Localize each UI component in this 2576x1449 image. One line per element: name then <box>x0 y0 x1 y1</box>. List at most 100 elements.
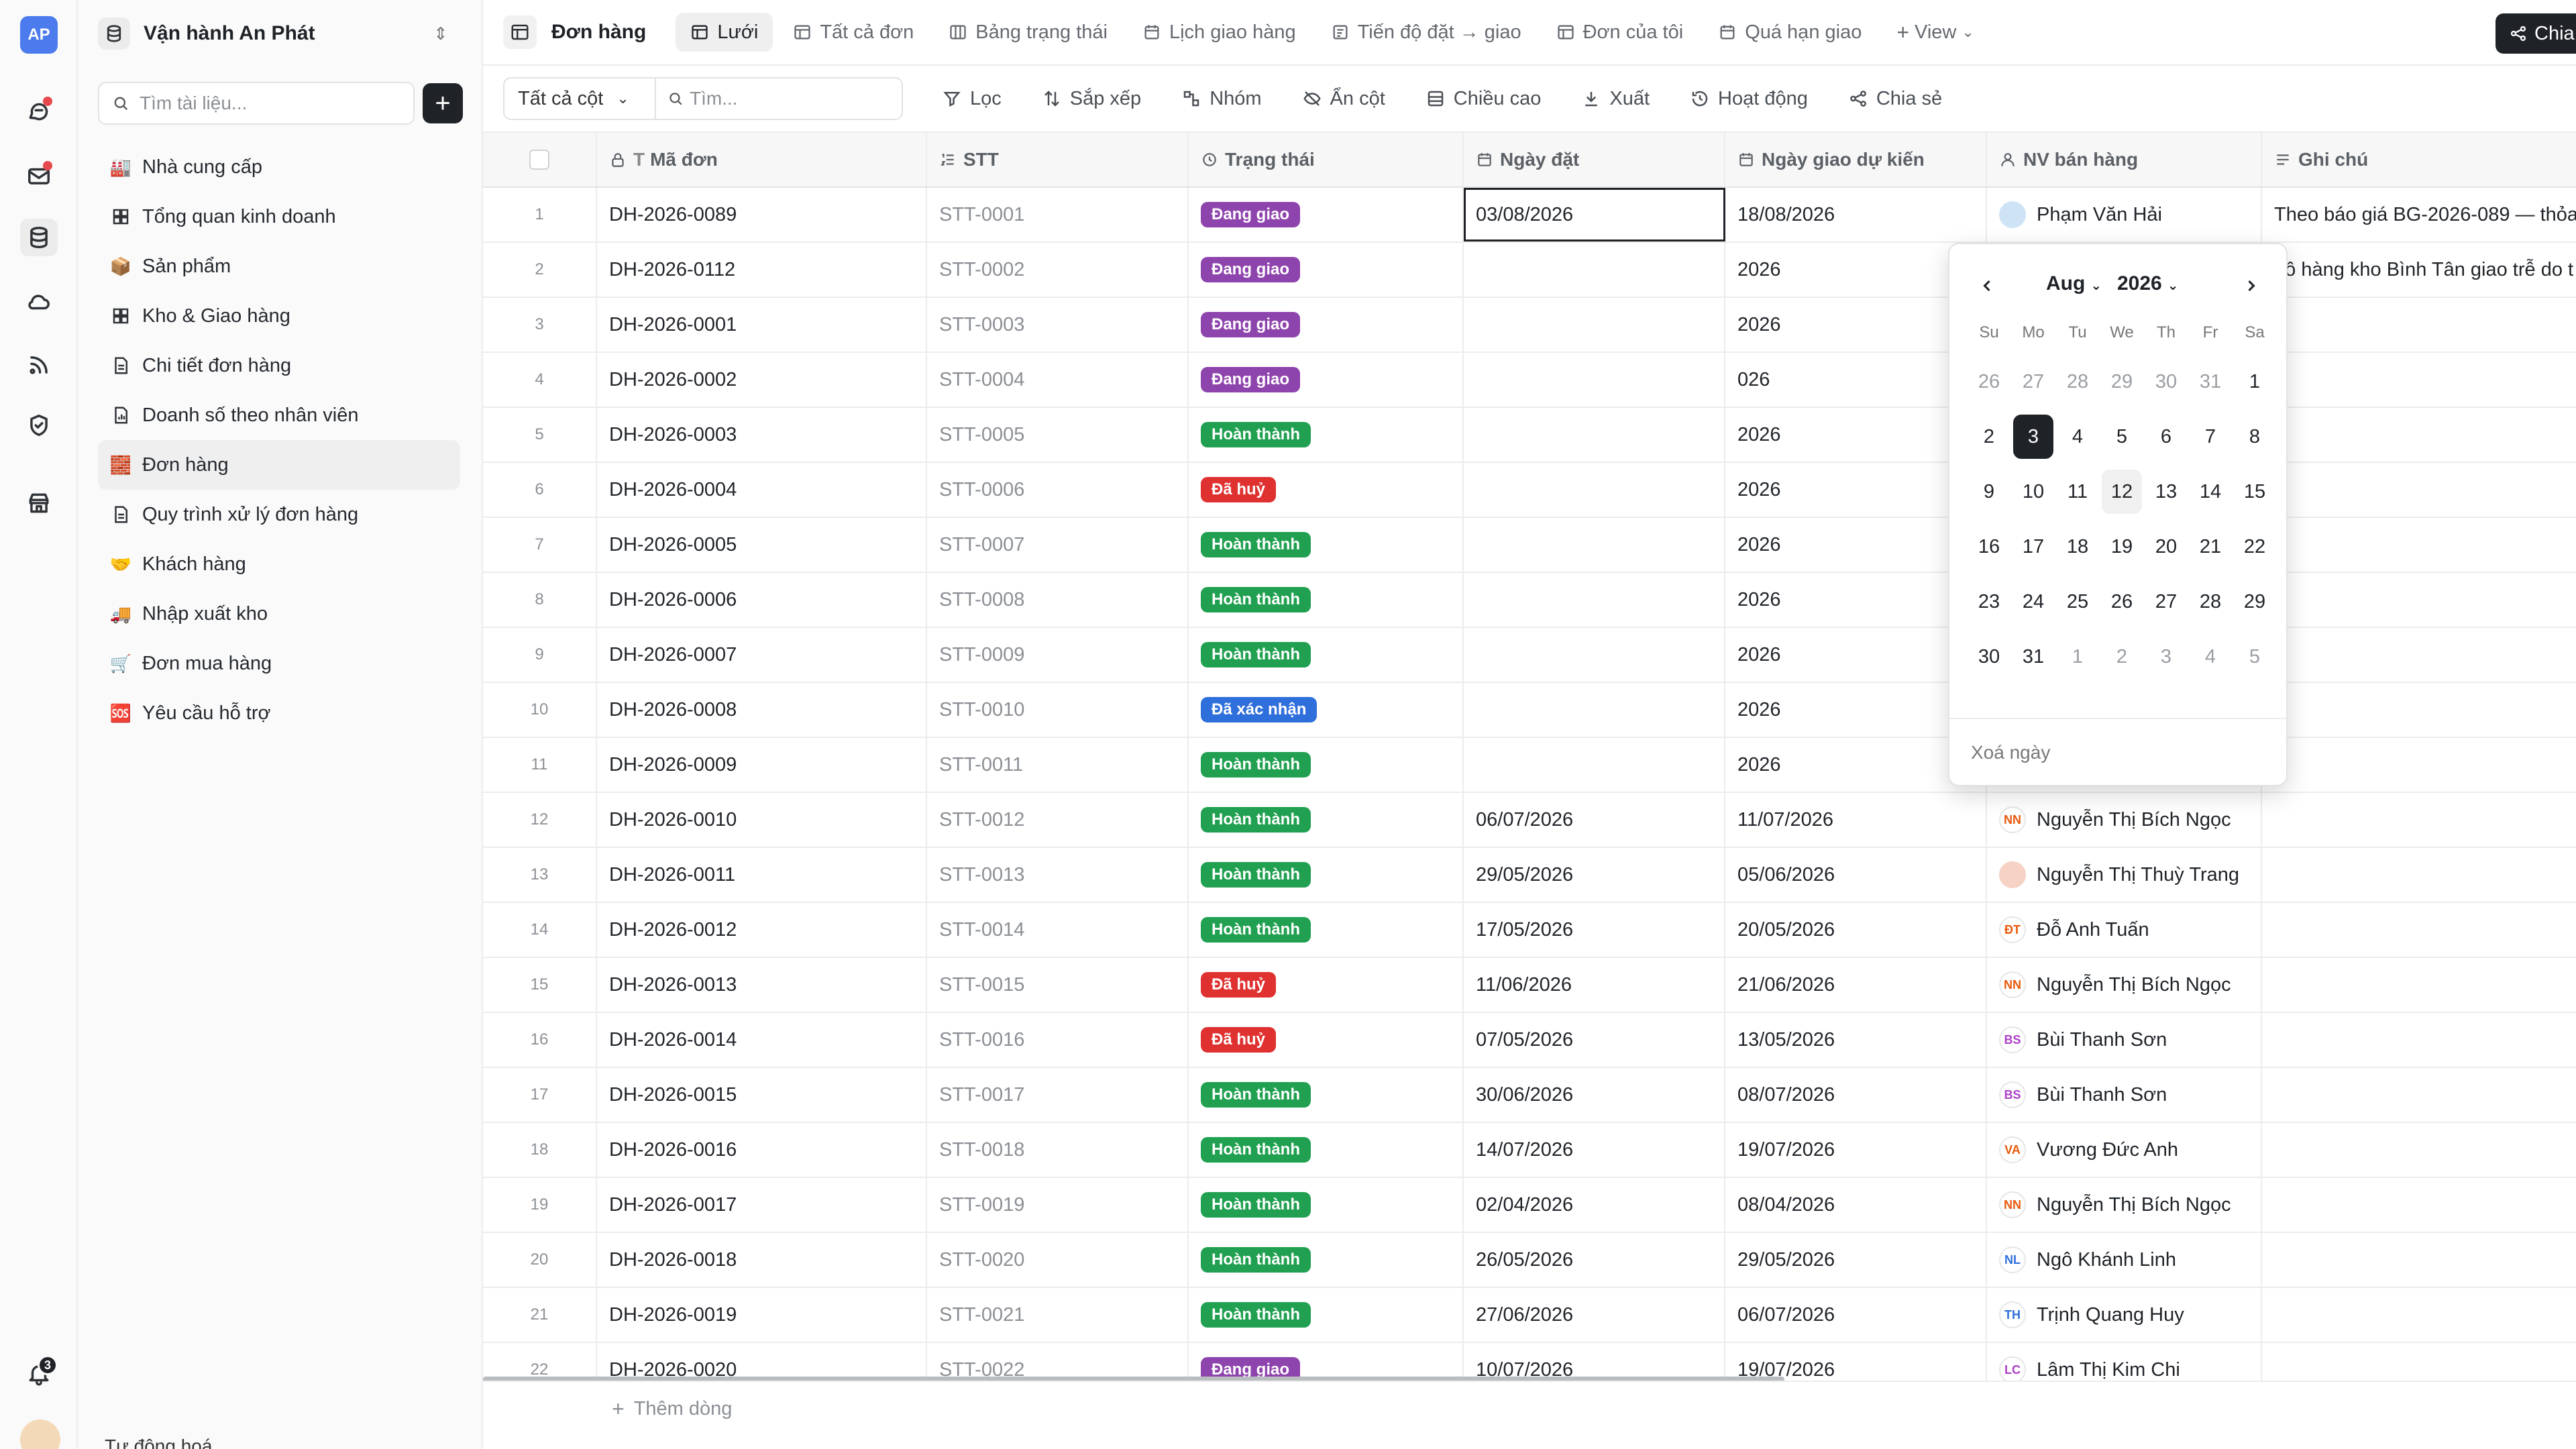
export-button[interactable]: Xuất <box>1581 88 1650 110</box>
day-cell[interactable]: 19 <box>2100 519 2144 574</box>
day-cell[interactable]: 27 <box>2011 354 2055 409</box>
cell-ma-don[interactable]: DH-2026-0001 <box>597 298 927 352</box>
cell-ghi-chu[interactable] <box>2262 408 2576 462</box>
cell-ngay-giao[interactable]: 08/04/2026 <box>1725 1178 1987 1232</box>
cell-ngay-dat[interactable] <box>1464 518 1725 572</box>
automation-link[interactable]: Tự động hoá <box>105 1436 212 1449</box>
cell-stt[interactable]: STT-0013 <box>927 848 1189 902</box>
cell-ma-don[interactable]: DH-2026-0009 <box>597 738 927 792</box>
table-row[interactable]: 12 DH-2026-0010 STT-0012 Hoàn thành 06/07/20… <box>483 793 2576 848</box>
cell-ghi-chu[interactable] <box>2262 573 2576 627</box>
cell-ma-don[interactable]: DH-2026-0014 <box>597 1013 927 1067</box>
cell-ghi-chu[interactable] <box>2262 738 2576 792</box>
grid-search-input[interactable]: Tìm... <box>655 77 903 120</box>
store-icon[interactable] <box>20 484 58 522</box>
col-header-ghi-chu[interactable]: Ghi chú <box>2262 133 2576 186</box>
hide-columns-button[interactable]: Ẩn cột <box>1302 88 1385 110</box>
day-cell[interactable]: 29 <box>2233 574 2277 629</box>
share-view-button[interactable]: Chia sẻ <box>1848 88 1942 110</box>
sort-button[interactable]: Sắp xếp <box>1042 88 1141 110</box>
day-cell[interactable]: 4 <box>2188 629 2233 684</box>
day-cell[interactable]: 29 <box>2100 354 2144 409</box>
col-header-stt[interactable]: STT <box>927 133 1189 186</box>
cell-ghi-chu[interactable] <box>2262 518 2576 572</box>
cell-stt[interactable]: STT-0005 <box>927 408 1189 462</box>
sidebar-item-4[interactable]: Chi tiết đơn hàng <box>98 341 460 390</box>
sidebar-item-7[interactable]: Quy trình xử lý đơn hàng <box>98 490 460 539</box>
cell-stt[interactable]: STT-0018 <box>927 1123 1189 1177</box>
day-cell[interactable]: 1 <box>2055 629 2100 684</box>
table-row[interactable]: 1 DH-2026-0089 STT-0001 Đang giao 03/08/2026… <box>483 188 2576 243</box>
day-cell[interactable]: 28 <box>2188 574 2233 629</box>
cell-trang-thai[interactable]: Đang giao <box>1189 298 1464 352</box>
cell-ngay-giao[interactable]: 08/07/2026 <box>1725 1068 1987 1122</box>
cell-nv-ban-hang[interactable]: LCLâm Thị Kim Chi <box>1987 1343 2262 1381</box>
cell-trang-thai[interactable]: Hoàn thành <box>1189 1123 1464 1177</box>
day-cell[interactable]: 18 <box>2055 519 2100 574</box>
cell-stt[interactable]: STT-0004 <box>927 353 1189 407</box>
cloud-icon[interactable] <box>20 283 58 321</box>
year-select[interactable]: 2026 ⌄ <box>2117 272 2179 295</box>
col-header-trang-thai[interactable]: Trạng thái <box>1189 133 1464 186</box>
cell-ngay-giao[interactable]: 13/05/2026 <box>1725 1013 1987 1067</box>
cell-ghi-chu[interactable] <box>2262 1288 2576 1342</box>
cell-trang-thai[interactable]: Hoàn thành <box>1189 1178 1464 1232</box>
day-cell[interactable]: 30 <box>1967 629 2011 684</box>
col-header-ma-don[interactable]: T Mã đơn <box>597 133 927 186</box>
sidebar-item-8[interactable]: 🤝 Khách hàng <box>98 539 460 589</box>
cell-trang-thai[interactable]: Hoàn thành <box>1189 1233 1464 1287</box>
cell-ma-don[interactable]: DH-2026-0003 <box>597 408 927 462</box>
cell-ngay-giao[interactable]: 29/05/2026 <box>1725 1233 1987 1287</box>
cell-nv-ban-hang[interactable]: NN Nguyễn Thị Bích Ngọc <box>1987 1178 2262 1232</box>
chat-icon[interactable] <box>20 93 58 130</box>
cell-stt[interactable]: STT-0007 <box>927 518 1189 572</box>
cell-trang-thai[interactable]: Hoàn thành <box>1189 738 1464 792</box>
day-cell[interactable]: 20 <box>2144 519 2188 574</box>
table-row[interactable]: 18 DH-2026-0016 STT-0018 Hoàn thành 14/07/20… <box>483 1123 2576 1178</box>
cell-stt[interactable]: STT-0021 <box>927 1288 1189 1342</box>
cell-ngay-dat[interactable]: 02/04/2026 <box>1464 1178 1725 1232</box>
tab-view-3[interactable]: Lịch giao hàng <box>1128 13 1311 52</box>
cell-ngay-dat[interactable]: 26/05/2026 <box>1464 1233 1725 1287</box>
bell-icon[interactable]: 3 <box>20 1355 58 1393</box>
rss-icon[interactable] <box>20 346 58 384</box>
day-cell[interactable]: 15 <box>2233 464 2277 519</box>
cell-ma-don[interactable]: DH-2026-0019 <box>597 1288 927 1342</box>
cell-stt[interactable]: STT-0014 <box>927 903 1189 957</box>
tab-view-1[interactable]: Tất cả đơn <box>778 13 928 52</box>
cell-stt[interactable]: STT-0011 <box>927 738 1189 792</box>
cell-stt[interactable]: STT-0015 <box>927 958 1189 1012</box>
cell-trang-thai[interactable]: Hoàn thành <box>1189 408 1464 462</box>
sidebar-item-1[interactable]: Tổng quan kinh doanh <box>98 192 460 241</box>
cell-ma-don[interactable]: DH-2026-0008 <box>597 683 927 737</box>
cell-ngay-dat[interactable] <box>1464 628 1725 682</box>
cell-stt[interactable]: STT-0002 <box>927 243 1189 297</box>
cell-ngay-dat[interactable] <box>1464 573 1725 627</box>
day-cell[interactable]: 10 <box>2011 464 2055 519</box>
day-cell[interactable]: 27 <box>2144 574 2188 629</box>
day-cell[interactable]: 13 <box>2144 464 2188 519</box>
cell-ngay-giao[interactable]: 06/07/2026 <box>1725 1288 1987 1342</box>
cell-nv-ban-hang[interactable]: THTrịnh Quang Huy <box>1987 1288 2262 1342</box>
cell-ma-don[interactable]: DH-2026-0004 <box>597 463 927 517</box>
doc-search-input[interactable]: Tìm tài liệu... <box>98 82 415 125</box>
table-row[interactable]: 17 DH-2026-0015 STT-0017 Hoàn thành 30/06/20… <box>483 1068 2576 1123</box>
cell-ngay-dat[interactable] <box>1464 463 1725 517</box>
cell-ngay-dat[interactable] <box>1464 408 1725 462</box>
day-cell[interactable]: 4 <box>2055 409 2100 464</box>
database-icon[interactable] <box>20 219 58 256</box>
day-cell-selected[interactable]: 3 <box>2011 409 2055 464</box>
sidebar-item-9[interactable]: 🚚 Nhập xuất kho <box>98 589 460 639</box>
tab-view-0[interactable]: Lưới <box>676 13 773 52</box>
cell-nv-ban-hang[interactable]: Phạm Văn Hải <box>1987 188 2262 241</box>
cell-ma-don[interactable]: DH-2026-0017 <box>597 1178 927 1232</box>
cell-ghi-chu[interactable] <box>2262 903 2576 957</box>
cell-ngay-dat[interactable] <box>1464 298 1725 352</box>
cell-ma-don[interactable]: DH-2026-0018 <box>597 1233 927 1287</box>
sidebar-item-3[interactable]: Kho & Giao hàng <box>98 291 460 341</box>
cell-trang-thai[interactable]: Hoàn thành <box>1189 793 1464 847</box>
cell-ngay-dat-editing[interactable]: 03/08/2026 <box>1464 188 1725 241</box>
cell-ghi-chu[interactable] <box>2262 958 2576 1012</box>
day-cell[interactable]: 17 <box>2011 519 2055 574</box>
table-row[interactable]: 19 DH-2026-0017 STT-0019 Hoàn thành 02/04/20… <box>483 1178 2576 1233</box>
